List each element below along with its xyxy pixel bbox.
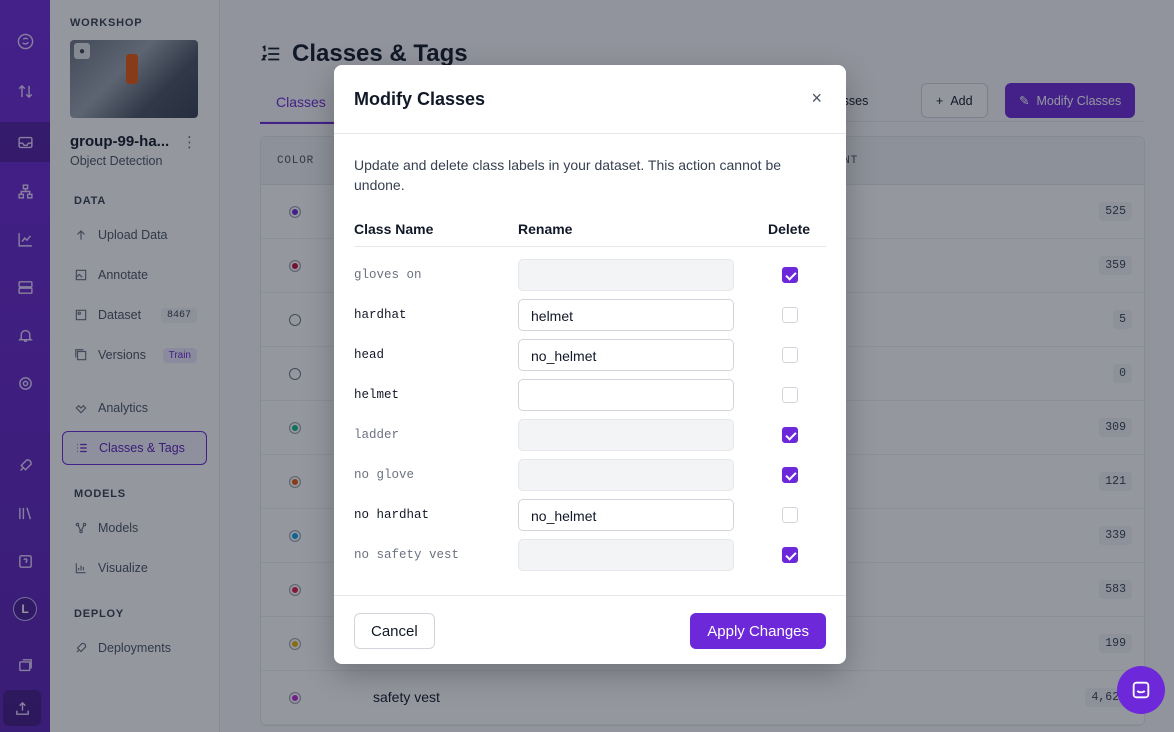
delete-header: Delete <box>768 221 811 237</box>
class-name: helmet <box>354 388 400 402</box>
rename-header: Rename <box>518 221 573 237</box>
rename-input[interactable] <box>518 259 734 291</box>
dialog-description: Update and delete class labels in your d… <box>354 157 782 193</box>
class-name-header: Class Name <box>354 221 434 237</box>
apply-changes-button[interactable]: Apply Changes <box>690 613 826 649</box>
rename-input[interactable]: no_helmet <box>518 339 734 371</box>
class-name: ladder <box>354 428 400 442</box>
chat-icon <box>1132 681 1150 699</box>
class-name: no hardhat <box>354 508 430 522</box>
delete-checkbox[interactable] <box>782 427 798 443</box>
class-name: no safety vest <box>354 548 460 562</box>
classes-table-header: Class Name Rename Delete <box>354 215 826 247</box>
class-name: hardhat <box>354 308 407 322</box>
rename-input[interactable] <box>518 459 734 491</box>
dialog-title: Modify Classes <box>354 89 486 109</box>
delete-checkbox[interactable] <box>782 467 798 483</box>
delete-checkbox[interactable] <box>782 387 798 403</box>
rename-input[interactable]: no_helmet <box>518 499 734 531</box>
class-row: gloves on <box>354 255 826 295</box>
rename-input[interactable] <box>518 379 734 411</box>
class-row: ladder <box>354 415 826 455</box>
delete-checkbox[interactable] <box>782 267 798 283</box>
class-row: head no_helmet <box>354 335 826 375</box>
class-row: hardhat helmet <box>354 295 826 335</box>
chat-button[interactable] <box>1117 666 1165 714</box>
class-row: no safety vest <box>354 535 826 575</box>
dialog-header: Modify Classes × <box>334 65 846 134</box>
cancel-button[interactable]: Cancel <box>354 613 435 649</box>
delete-checkbox[interactable] <box>782 347 798 363</box>
close-icon[interactable]: × <box>811 89 822 107</box>
class-row: helmet <box>354 375 826 415</box>
rename-input[interactable]: helmet <box>518 299 734 331</box>
modify-classes-dialog: Modify Classes × Update and delete class… <box>334 65 846 664</box>
dialog-footer: Cancel Apply Changes <box>334 595 846 664</box>
rename-input[interactable] <box>518 539 734 571</box>
rename-input[interactable] <box>518 419 734 451</box>
delete-checkbox[interactable] <box>782 307 798 323</box>
class-row: no glove <box>354 455 826 495</box>
delete-checkbox[interactable] <box>782 547 798 563</box>
class-name: head <box>354 348 385 362</box>
class-name: no glove <box>354 468 415 482</box>
class-name: gloves on <box>354 268 422 282</box>
delete-checkbox[interactable] <box>782 507 798 523</box>
class-row: no hardhat no_helmet <box>354 495 826 535</box>
